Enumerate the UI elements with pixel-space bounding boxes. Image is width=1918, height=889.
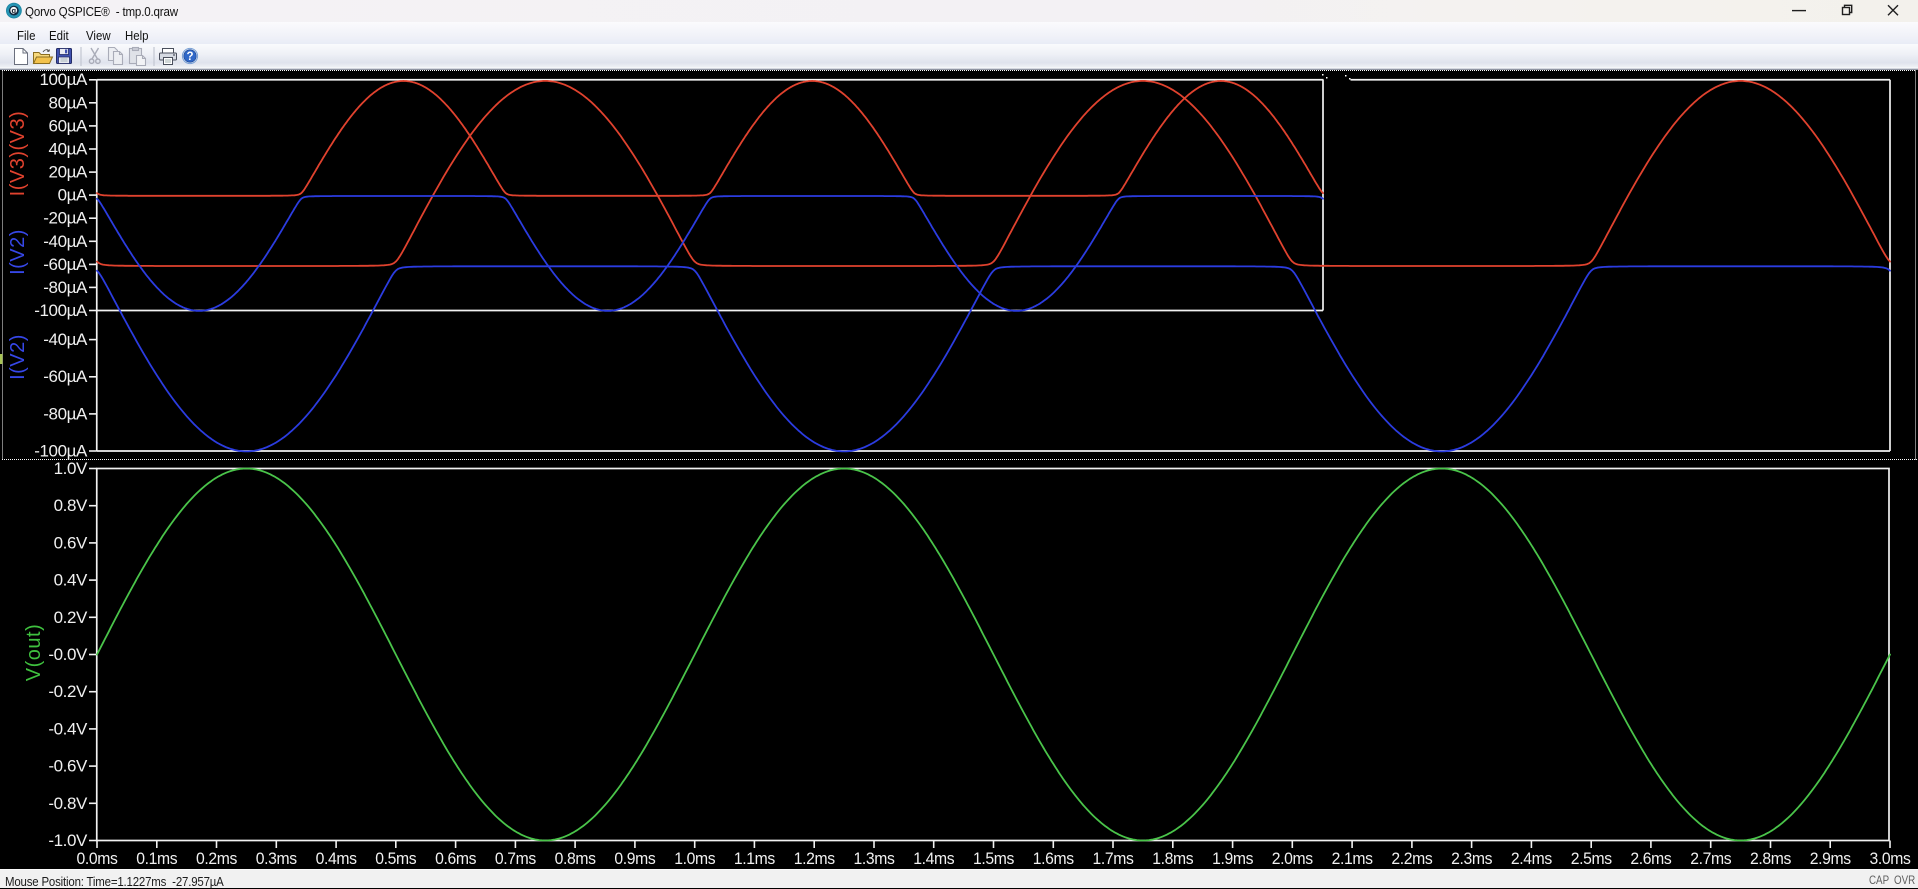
svg-text:1.1ms: 1.1ms xyxy=(734,849,775,868)
svg-text:2.6ms: 2.6ms xyxy=(1630,849,1671,868)
svg-text:-40µA: -40µA xyxy=(43,232,88,251)
svg-text:2.7ms: 2.7ms xyxy=(1690,849,1731,868)
svg-text:-0.8V: -0.8V xyxy=(48,794,88,813)
svg-text:0.5ms: 0.5ms xyxy=(375,849,416,868)
svg-text:0µA: 0µA xyxy=(58,186,88,205)
svg-text:1.7ms: 1.7ms xyxy=(1093,849,1134,868)
svg-text:q: q xyxy=(12,6,17,15)
svg-text:-100µA: -100µA xyxy=(34,301,88,320)
svg-text:1.0ms: 1.0ms xyxy=(674,849,715,868)
svg-text:0.8V: 0.8V xyxy=(54,496,88,515)
svg-text:1.2ms: 1.2ms xyxy=(794,849,835,868)
svg-text:3.0ms: 3.0ms xyxy=(1870,849,1911,868)
svg-text:20µA: 20µA xyxy=(49,163,89,182)
svg-text:0.8ms: 0.8ms xyxy=(555,849,596,868)
svg-text:2.3ms: 2.3ms xyxy=(1451,849,1492,868)
svg-text:2.8ms: 2.8ms xyxy=(1750,849,1791,868)
svg-text:100µA: 100µA xyxy=(40,70,89,89)
svg-text:0.9ms: 0.9ms xyxy=(614,849,655,868)
svg-text:-100µA: -100µA xyxy=(34,442,88,461)
svg-text:I(V2): I(V2) xyxy=(7,334,29,380)
svg-text:0.1ms: 0.1ms xyxy=(136,849,177,868)
svg-text:1.4ms: 1.4ms xyxy=(913,849,954,868)
svg-text:-80µA: -80µA xyxy=(43,404,88,423)
svg-text:V(out): V(out) xyxy=(23,624,45,681)
svg-text:I(V2): I(V2) xyxy=(7,229,29,275)
svg-text:0.7ms: 0.7ms xyxy=(495,849,536,868)
svg-text:0.6ms: 0.6ms xyxy=(435,849,476,868)
svg-text:-0.2V: -0.2V xyxy=(48,682,88,701)
svg-text:?: ? xyxy=(186,51,193,63)
svg-text:-20µA: -20µA xyxy=(43,209,88,228)
svg-text:2.4ms: 2.4ms xyxy=(1511,849,1552,868)
svg-text:-1.0V: -1.0V xyxy=(48,831,88,850)
svg-text:1.0V: 1.0V xyxy=(54,459,88,478)
svg-text:1.3ms: 1.3ms xyxy=(854,849,895,868)
svg-text:2.9ms: 2.9ms xyxy=(1810,849,1851,868)
svg-text:-0.6V: -0.6V xyxy=(48,757,88,776)
svg-text:-0.4V: -0.4V xyxy=(48,719,88,738)
svg-text:0.2ms: 0.2ms xyxy=(196,849,237,868)
svg-text:40µA: 40µA xyxy=(49,140,89,159)
svg-text:2.1ms: 2.1ms xyxy=(1332,849,1373,868)
svg-text:1.6ms: 1.6ms xyxy=(1033,849,1074,868)
svg-text:I(V3)(V3): I(V3)(V3) xyxy=(7,111,29,197)
svg-text:-40µA: -40µA xyxy=(43,330,88,349)
svg-text:60µA: 60µA xyxy=(49,116,89,135)
svg-text:1.8ms: 1.8ms xyxy=(1152,849,1193,868)
svg-text:1.9ms: 1.9ms xyxy=(1212,849,1253,868)
svg-text:0.2V: 0.2V xyxy=(54,608,88,627)
svg-text:0.4V: 0.4V xyxy=(54,571,88,590)
svg-text:2.2ms: 2.2ms xyxy=(1391,849,1432,868)
svg-text:1.5ms: 1.5ms xyxy=(973,849,1014,868)
svg-text:-60µA: -60µA xyxy=(43,367,88,386)
svg-text:0.6V: 0.6V xyxy=(54,533,88,552)
svg-text:2.0ms: 2.0ms xyxy=(1272,849,1313,868)
svg-text:0.4ms: 0.4ms xyxy=(316,849,357,868)
svg-text:-80µA: -80µA xyxy=(43,278,88,297)
svg-text:0.0ms: 0.0ms xyxy=(77,849,118,868)
svg-text:-0.0V: -0.0V xyxy=(48,645,88,664)
svg-text:-60µA: -60µA xyxy=(43,255,88,274)
svg-text:0.3ms: 0.3ms xyxy=(256,849,297,868)
svg-text:2.5ms: 2.5ms xyxy=(1571,849,1612,868)
svg-text:80µA: 80µA xyxy=(49,93,89,112)
